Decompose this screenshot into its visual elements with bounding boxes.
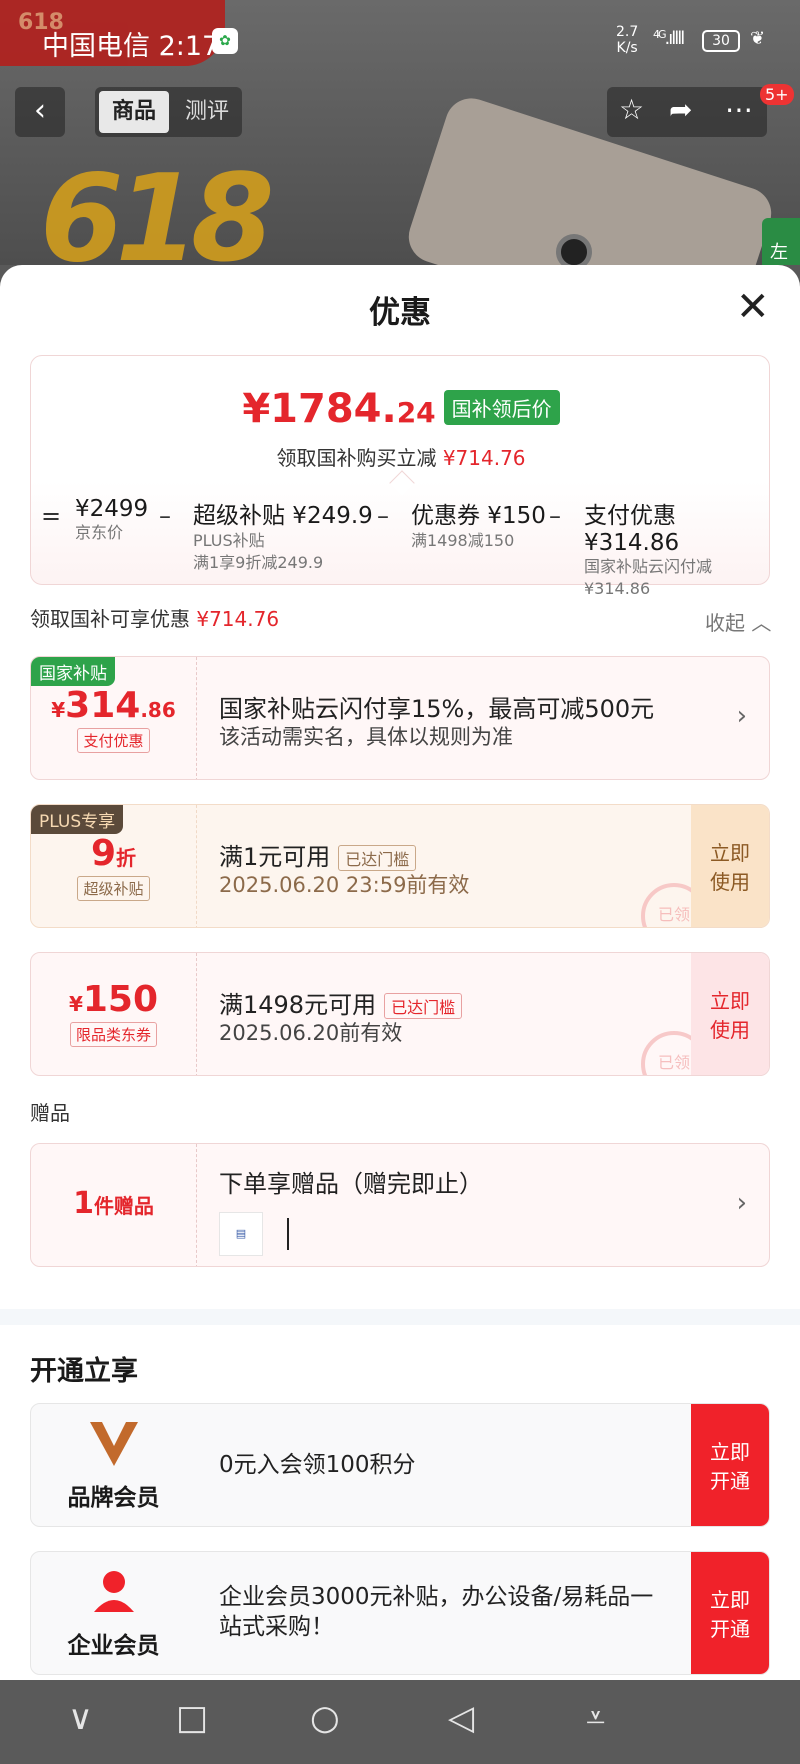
subsidy-price-tag: 国补领后价 xyxy=(443,390,560,425)
minus-sign: – xyxy=(377,502,389,530)
coupon-value: ¥314.86 支付优惠 xyxy=(31,657,196,779)
price-item-jd: ¥2499 京东价 xyxy=(75,496,149,542)
use-now-button[interactable]: 立即 使用 xyxy=(691,805,769,927)
person-icon xyxy=(31,1566,196,1618)
favorite-star-icon[interactable]: ☆ xyxy=(619,93,644,126)
tab-review[interactable]: 测评 xyxy=(175,91,239,133)
brand-v-icon xyxy=(31,1418,196,1474)
membership-section-title: 开通立享 xyxy=(30,1356,138,1387)
app-notification-icon: ✿ xyxy=(212,28,238,54)
product-camera xyxy=(556,234,592,265)
chevron-right-icon: › xyxy=(736,1188,747,1218)
back-icon[interactable]: ◁ xyxy=(448,1698,474,1738)
coupon-title: 满1498元可用 已达门槛 xyxy=(219,985,463,1020)
top-actions: ☆ ➦ ⋯ xyxy=(607,87,767,137)
member-desc: 企业会员3000元补贴，办公设备/易耗品一站式采购！ xyxy=(219,1584,654,1640)
price-item-payment: 支付优惠 ¥314.86 国家补贴云闪付减 ¥314.86 xyxy=(584,503,713,598)
price-item-coupon: 优惠券 ¥150 满1498减150 xyxy=(411,503,546,550)
side-tab[interactable]: 左 xyxy=(762,218,800,265)
coupon-value: ¥150 限品类东券 xyxy=(31,953,196,1075)
chevron-right-icon: › xyxy=(736,701,747,731)
coupon-title: 满1元可用 已达门槛 xyxy=(219,837,417,872)
coupon-desc: 该活动需实名，具体以规则为准 xyxy=(219,725,513,749)
signal-icon: 4G.ıllll xyxy=(653,28,685,49)
gift-count: 1件赠品 xyxy=(73,1186,154,1221)
coupon-national-subsidy[interactable]: 国家补贴 ¥314.86 支付优惠 国家补贴云闪付享15%，最高可减500元 该… xyxy=(30,656,770,780)
coupon-jd-voucher: ¥150 限品类东券 满1498元可用 已达门槛 2025.06.20前有效 已领… xyxy=(30,952,770,1076)
use-now-button[interactable]: 立即 使用 xyxy=(691,953,769,1075)
recents-icon[interactable]: □ xyxy=(176,1698,208,1738)
gift-thumbnail[interactable]: ▤ xyxy=(219,1212,263,1256)
coupon-title: 国家补贴云闪付享15%，最高可减500元 xyxy=(219,695,655,723)
minus-sign: – xyxy=(549,502,561,530)
chevron-down-icon[interactable]: ∨ xyxy=(68,1698,93,1738)
carrier-time: 中国电信 2:17 xyxy=(42,31,220,62)
coupon-value: 9折 超级补贴 xyxy=(31,805,196,927)
discount-sheet: 优惠 ✕ ¥1784.24 国补领后价 领取国补购买立减 ¥714.76 = ¥2… xyxy=(0,265,800,1680)
coupon-plus-discount: PLUS专享 9折 超级补贴 满1元可用 已达门槛 2025.06.20 23:5… xyxy=(30,804,770,928)
price-subtitle: 领取国补购买立减 ¥714.76 xyxy=(276,446,526,470)
enterprise-member-card: 企业会员 企业会员3000元补贴，办公设备/易耗品一站式采购！ 立即 开通 xyxy=(30,1551,770,1675)
gift-title: 下单享赠品（赠完即止） xyxy=(219,1170,483,1198)
final-price: ¥1784.24 国补领后价 xyxy=(31,386,771,432)
price-item-plus: 超级补贴 ¥249.9 PLUS补贴 满1享9折减249.9 xyxy=(193,503,373,572)
back-button[interactable]: ‹ xyxy=(15,87,65,137)
price-summary-card: ¥1784.24 国补领后价 领取国补购买立减 ¥714.76 = ¥2499 京… xyxy=(30,355,771,598)
member-name: 企业会员 xyxy=(67,1633,160,1659)
close-icon[interactable]: ✕ xyxy=(736,287,770,327)
coupon-desc: 2025.06.20 23:59前有效 xyxy=(219,873,470,897)
collapse-button[interactable]: 收起 ︿ xyxy=(705,607,771,636)
top-tabs: 商品 测评 xyxy=(95,87,242,137)
notification-pull-icon[interactable]: ⩡ xyxy=(586,1698,605,1738)
final-price-decimal: 24 xyxy=(396,396,436,429)
discount-section-label: 领取国补可享优惠 ¥714.76 xyxy=(30,607,280,631)
tab-goods[interactable]: 商品 xyxy=(99,91,169,133)
member-name: 品牌会员 xyxy=(67,1485,160,1511)
minus-sign: – xyxy=(159,502,171,530)
network-speed: 2.7 K/s xyxy=(616,24,639,56)
section-divider xyxy=(0,1309,800,1325)
promo-banner-618: 618 xyxy=(40,150,274,265)
message-badge: 5+ xyxy=(760,84,794,105)
eco-icon: ❦ xyxy=(750,28,766,49)
gift-card[interactable]: 1件赠品 下单享赠品（赠完即止） ▤ › xyxy=(30,1143,770,1267)
system-nav-bar: ∨ □ ○ ◁ ⩡ xyxy=(0,1680,800,1764)
coupon-desc: 2025.06.20前有效 xyxy=(219,1021,403,1045)
battery-icon: 30 xyxy=(702,30,740,52)
status-bar: 中国电信 2:17 ✿ 2.7 K/s 4G.ıllll 30 ❦ xyxy=(0,0,800,80)
home-icon[interactable]: ○ xyxy=(310,1698,340,1738)
more-icon[interactable]: ⋯ xyxy=(725,93,753,126)
equals-sign: = xyxy=(41,502,62,530)
text-cursor xyxy=(287,1218,289,1250)
brand-member-card: 品牌会员 0元入会领100积分 立即 开通 xyxy=(30,1403,770,1527)
open-now-button[interactable]: 立即 开通 xyxy=(691,1552,769,1674)
gift-section-label: 赠品 xyxy=(30,1101,70,1125)
member-desc: 0元入会领100积分 xyxy=(219,1452,416,1478)
share-icon[interactable]: ➦ xyxy=(669,93,692,126)
sheet-title: 优惠 xyxy=(369,295,431,331)
final-price-integer: ¥1784. xyxy=(242,386,397,432)
callout-notch xyxy=(389,470,415,496)
open-now-button[interactable]: 立即 开通 xyxy=(691,1404,769,1526)
